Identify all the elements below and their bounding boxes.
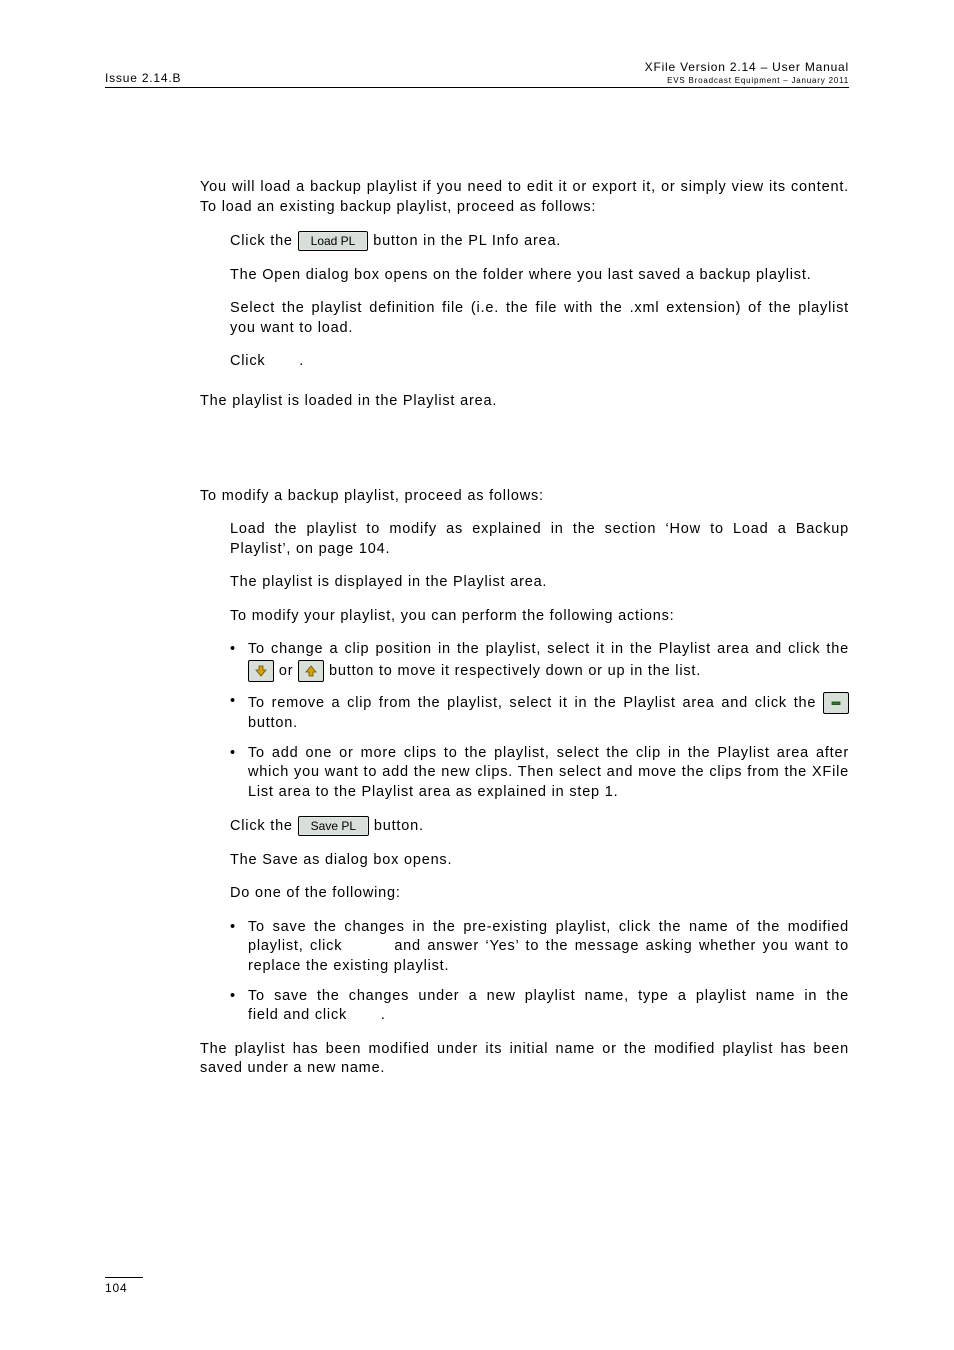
header-subtitle: EVS Broadcast Equipment – January 2011 <box>645 76 849 85</box>
load-step1-text-a: Click the <box>230 233 298 249</box>
load-pl-button[interactable]: Load PL <box>298 231 369 251</box>
load-step1-text-b: button in the PL Info area. <box>373 233 561 249</box>
bullet-move-text-b: button to move it respectively down or u… <box>329 663 701 679</box>
remove-icon[interactable] <box>823 692 849 714</box>
load-step-1: Click the Load PL button in the PL Info … <box>200 231 849 251</box>
load-step-3: Click . <box>200 352 849 372</box>
modify-step1-result: The playlist is displayed in the Playlis… <box>200 573 849 593</box>
bullet-add-clip: To add one or more clips to the playlist… <box>230 744 849 803</box>
bullet-remove-text-a: To remove a clip from the playlist, sele… <box>248 695 823 711</box>
bullet-move-text-a: To change a clip position in the playlis… <box>248 641 849 657</box>
modify-outro: The playlist has been modified under its… <box>200 1040 849 1079</box>
modify-step3-result: The Save as dialog box opens. <box>200 851 849 871</box>
page-number: 104 <box>105 1277 143 1295</box>
modify-step2-bullets: To change a clip position in the playlis… <box>200 640 849 802</box>
modify-intro: To modify a backup playlist, proceed as … <box>200 487 849 507</box>
save-pl-button[interactable]: Save PL <box>298 816 369 836</box>
page-content: You will load a backup playlist if you n… <box>200 178 849 1079</box>
load-step1-result: The Open dialog box opens on the folder … <box>200 266 849 286</box>
bullet-remove-clip: To remove a clip from the playlist, sele… <box>230 692 849 734</box>
load-outro: The playlist is loaded in the Playlist a… <box>200 392 849 412</box>
load-intro-paragraph: You will load a backup playlist if you n… <box>200 178 849 217</box>
modify-step3-text-b: button. <box>374 818 424 834</box>
page-header: Issue 2.14.B XFile Version 2.14 – User M… <box>105 60 849 88</box>
bullet-move-text-mid: or <box>279 663 298 679</box>
arrow-up-icon[interactable] <box>298 660 324 682</box>
document-page: Issue 2.14.B XFile Version 2.14 – User M… <box>0 0 954 1350</box>
header-right: XFile Version 2.14 – User Manual EVS Bro… <box>645 60 849 85</box>
bullet-save-new: To save the changes under a new playlist… <box>230 987 849 1026</box>
modify-step4-intro: Do one of the following: <box>200 884 849 904</box>
load-step-2: Select the playlist definition file (i.e… <box>200 299 849 338</box>
bullet-save-existing: To save the changes in the pre-existing … <box>230 918 849 977</box>
bullet-remove-text-b: button. <box>248 715 298 731</box>
modify-step-3: Click the Save PL button. <box>200 816 849 836</box>
header-issue: Issue 2.14.B <box>105 71 181 85</box>
modify-step-1: Load the playlist to modify as explained… <box>200 520 849 559</box>
modify-step3-text-a: Click the <box>230 818 298 834</box>
modify-step4-bullets: To save the changes in the pre-existing … <box>200 918 849 1026</box>
bullet-move-clip: To change a clip position in the playlis… <box>230 640 849 682</box>
modify-step2-intro: To modify your playlist, you can perform… <box>200 607 849 627</box>
header-title: XFile Version 2.14 – User Manual <box>645 60 849 74</box>
arrow-down-icon[interactable] <box>248 660 274 682</box>
